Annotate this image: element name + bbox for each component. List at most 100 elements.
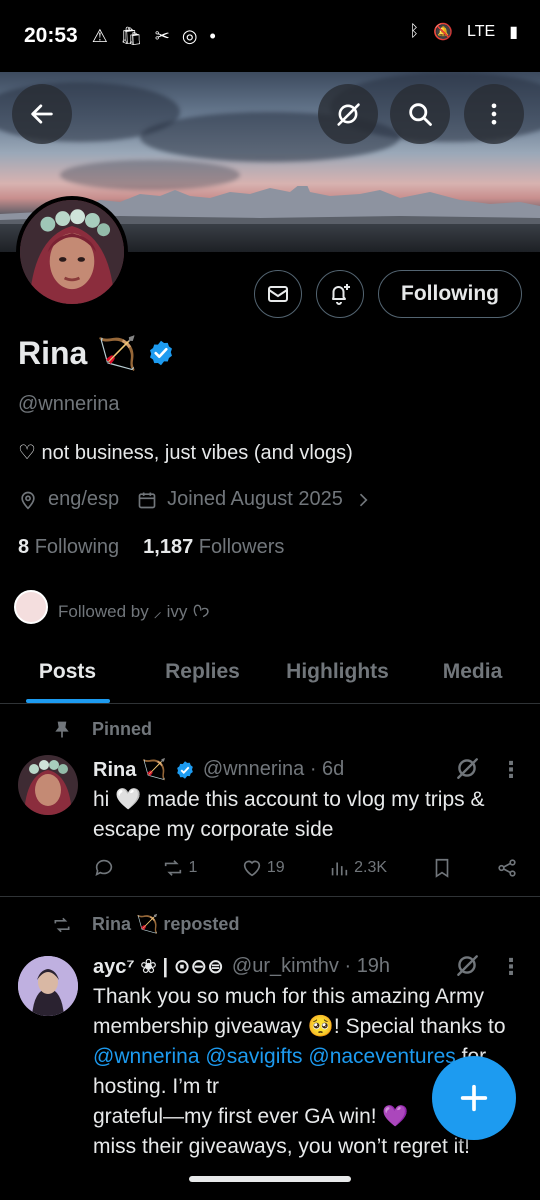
back-icon — [31, 104, 53, 124]
tweet-text-part: Thank you so much for this amazing Army … — [93, 985, 506, 1038]
tweet-author-handle: @wnnerina · 6d — [202, 758, 345, 780]
tweet-avatar-image — [18, 956, 78, 1016]
following-button[interactable]: Following — [378, 270, 522, 318]
tweet-mentions[interactable]: @wnnerina @savigifts @naceventures — [93, 1045, 456, 1068]
more-options-button[interactable] — [464, 84, 524, 144]
bow-emoji: 🏹 — [97, 335, 138, 371]
like-button[interactable]: 19 — [241, 857, 285, 879]
grok-icon — [457, 955, 478, 976]
tab-media[interactable]: Media — [405, 640, 540, 703]
back-button[interactable] — [12, 84, 72, 144]
tweet-header: ayc⁷ ❀ | ⊙⊖⊜ @ur_kimthv · 19h — [93, 954, 390, 979]
bookmark-button[interactable] — [431, 857, 453, 879]
following-link[interactable]: 8 Following — [18, 536, 119, 559]
grok-button[interactable] — [454, 755, 480, 786]
views-count: 2.3K — [354, 859, 388, 876]
follower-avatar — [14, 590, 48, 624]
like-icon — [243, 860, 261, 877]
followed-by-row[interactable]: Followed by ⸝ ivy ᢉ𐭩 — [14, 590, 210, 624]
views-icon — [331, 862, 348, 876]
tweet-header: Rina 🏹 @wnnerina · 6d — [93, 757, 344, 782]
bell-plus-icon — [332, 284, 351, 305]
more-icon — [491, 103, 497, 125]
repost-context-text: Rina 🏹 reposted — [92, 914, 240, 934]
verified-icon[interactable] — [147, 339, 175, 367]
system-icons: ᛒ 🔕 LTE ▮ — [410, 22, 519, 42]
repost-context: Rina 🏹 reposted — [52, 914, 239, 935]
reply-icon — [95, 859, 113, 876]
battery-icon: ▮ — [509, 24, 518, 41]
followers-link[interactable]: 1,187 Followers — [143, 536, 284, 559]
repost-count: 1 — [188, 859, 198, 876]
share-icon — [498, 859, 516, 877]
notify-button[interactable] — [316, 270, 365, 318]
avatar-image — [20, 200, 124, 304]
search-icon — [409, 103, 432, 126]
profile-avatar[interactable] — [16, 196, 128, 308]
tweet-more-button[interactable]: ⋮ — [500, 954, 522, 980]
location-icon — [21, 491, 35, 510]
profile-actions: Following — [254, 270, 522, 318]
tweet-author-name[interactable]: ayc⁷ ❀ | ⊙⊖⊜ — [93, 954, 224, 979]
tweet-actions: 1 19 2.3K — [93, 857, 518, 879]
mute-icon: 🔕 — [433, 24, 454, 41]
capcut-icon: ✂ — [154, 25, 170, 46]
repost-button[interactable]: 1 — [162, 857, 197, 879]
tweet-more-button[interactable]: ⋮ — [500, 757, 522, 783]
tweet-author-name[interactable]: Rina 🏹 — [93, 757, 167, 782]
following-count: 8 — [18, 536, 30, 558]
profile-name-text: Rina — [18, 334, 88, 371]
search-button[interactable] — [390, 84, 450, 144]
plus-icon — [460, 1084, 488, 1112]
mail-icon — [268, 286, 289, 302]
reply-button[interactable] — [93, 857, 119, 879]
dot-icon: • — [209, 25, 216, 46]
pin-icon — [55, 721, 69, 737]
views-button[interactable]: 2.3K — [328, 857, 387, 879]
location-text: eng/esp — [48, 488, 120, 510]
grok-button[interactable] — [454, 952, 480, 983]
tab-replies[interactable]: Replies — [135, 640, 270, 703]
tweet-pinned[interactable]: Pinned Rina 🏹 @wnnerina · 6d ⋮ hi 🤍 made… — [0, 705, 540, 897]
instagram-icon: ◎ — [181, 25, 198, 46]
pinned-label: Pinned — [52, 719, 152, 740]
tweet-text: hi 🤍 made this account to vlog my trips … — [93, 788, 485, 841]
tweet-text-part: miss their giveaways, you won’t regret i… — [93, 1135, 470, 1158]
verified-icon — [176, 760, 193, 779]
bookmark-icon — [435, 858, 448, 878]
pinned-text: Pinned — [92, 719, 153, 739]
bluetooth-icon: ᛒ — [409, 23, 420, 40]
calendar-icon — [138, 492, 156, 508]
home-indicator[interactable] — [189, 1176, 351, 1182]
tweet-avatar[interactable] — [18, 956, 78, 1016]
grok-icon — [337, 103, 360, 126]
signal-icon: LTE — [467, 23, 496, 40]
compose-button[interactable] — [432, 1056, 516, 1140]
followed-by-text: Followed by ⸝ ivy ᢉ𐭩 — [58, 601, 210, 621]
grok-icon — [457, 758, 478, 779]
profile-handle: @wnnerina — [18, 393, 120, 415]
tweet-author-handle: @ur_kimthv · 19h — [231, 955, 391, 977]
tweet-avatar-image — [18, 755, 78, 815]
chevron-right-icon[interactable] — [353, 490, 373, 510]
status-bar: 20:53 ⚠ 🛍 ✂ ◎ • ᛒ 🔕 LTE ▮ — [0, 0, 540, 72]
status-time: 20:53 — [24, 24, 78, 47]
notification-icons: ⚠ 🛍 ✂ ◎ • — [92, 26, 216, 47]
following-label: Following — [34, 536, 120, 558]
repost-icon — [165, 860, 182, 876]
tab-posts[interactable]: Posts — [0, 640, 135, 703]
tweet-text-part: grateful—my first ever GA win! 💜 — [93, 1105, 409, 1128]
followers-count: 1,187 — [143, 536, 194, 558]
share-button[interactable] — [496, 857, 518, 879]
grok-button[interactable] — [318, 84, 378, 144]
profile-meta: eng/esp Joined August 2025 — [18, 488, 373, 511]
tab-highlights[interactable]: Highlights — [270, 640, 405, 703]
warning-icon: ⚠ — [91, 25, 108, 46]
like-count: 19 — [266, 859, 285, 876]
message-button[interactable] — [254, 270, 303, 318]
follow-counts: 8 Following 1,187 Followers — [18, 536, 284, 559]
followers-label: Followers — [198, 536, 285, 558]
tweet-repost[interactable]: Rina 🏹 reposted ayc⁷ ❀ | ⊙⊖⊜ @ur_kimthv … — [0, 898, 540, 1200]
joined-text: Joined August 2025 — [167, 488, 343, 510]
tweet-avatar[interactable] — [18, 755, 78, 815]
